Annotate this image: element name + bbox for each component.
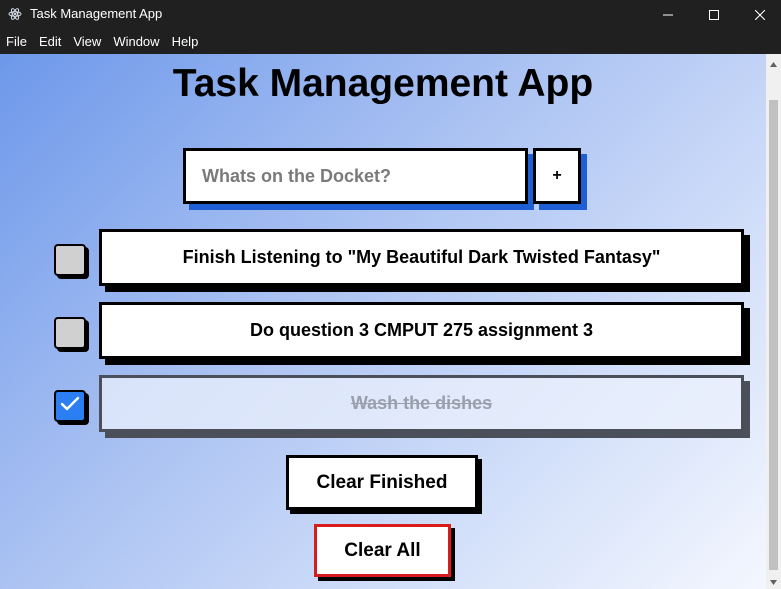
maximize-icon (709, 9, 719, 20)
task-text: Wash the dishes (350, 393, 493, 413)
vertical-scrollbar[interactable] (766, 54, 781, 589)
task-text: Do question 3 CMPUT 275 assignment 3 (249, 320, 594, 340)
task-text: Finish Listening to "My Beautiful Dark T… (182, 247, 661, 267)
clear-finished-button[interactable]: Clear Finished (286, 455, 478, 510)
task-checkbox[interactable] (54, 244, 86, 276)
arrow-down-icon (770, 572, 777, 589)
menu-window[interactable]: Window (107, 29, 165, 54)
task-row: Finish Listening to "My Beautiful Dark T… (0, 228, 766, 288)
arrow-up-icon (770, 54, 777, 72)
title-bar[interactable]: Task Management App (0, 0, 781, 29)
app-window: Task Management App File Edit View Windo… (0, 0, 781, 589)
window-title: Task Management App (30, 6, 163, 21)
minimize-icon (663, 10, 673, 20)
task-row: Wash the dishes (0, 374, 766, 434)
checkmark-icon (60, 396, 80, 417)
task-item[interactable]: Do question 3 CMPUT 275 assignment 3 (99, 302, 744, 359)
task-item-done[interactable]: Wash the dishes (99, 375, 744, 432)
menu-view[interactable]: View (67, 29, 107, 54)
new-task-input[interactable] (183, 148, 528, 204)
maximize-button[interactable] (691, 0, 737, 29)
task-checkbox-checked[interactable] (54, 390, 86, 422)
close-button[interactable] (737, 0, 781, 29)
scrollbar-thumb[interactable] (769, 100, 778, 570)
add-task-button[interactable]: + (533, 148, 581, 204)
scroll-up-button[interactable] (766, 54, 781, 71)
task-item[interactable]: Finish Listening to "My Beautiful Dark T… (99, 229, 744, 286)
app-content: Task Management App + Finish Listening t… (0, 54, 766, 589)
close-icon (755, 9, 765, 20)
menu-edit[interactable]: Edit (33, 29, 67, 54)
clear-all-button[interactable]: Clear All (314, 524, 451, 577)
minimize-button[interactable] (645, 0, 691, 29)
task-row: Do question 3 CMPUT 275 assignment 3 (0, 301, 766, 361)
task-checkbox[interactable] (54, 317, 86, 349)
menu-help[interactable]: Help (166, 29, 205, 54)
menu-bar: File Edit View Window Help (0, 29, 781, 54)
electron-atom-icon (8, 7, 22, 21)
page-title: Task Management App (172, 62, 594, 105)
menu-file[interactable]: File (0, 29, 33, 54)
scroll-down-button[interactable] (766, 572, 781, 589)
